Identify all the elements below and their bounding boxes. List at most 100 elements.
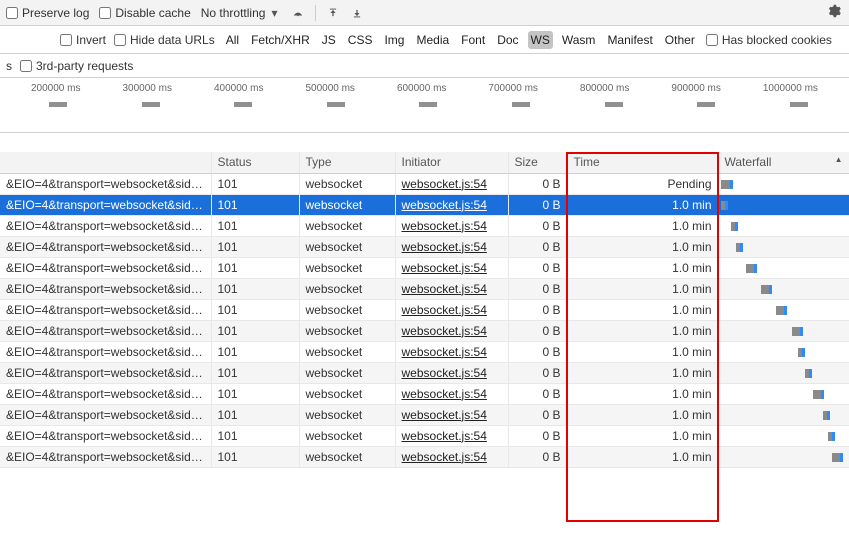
cell-name[interactable]: &EIO=4&transport=websocket&sid=... bbox=[0, 404, 211, 425]
cell-size: 0 B bbox=[508, 215, 567, 236]
initiator-link[interactable]: websocket.js:54 bbox=[402, 324, 487, 338]
table-row[interactable]: &EIO=4&transport=websocket&sid=...101web… bbox=[0, 446, 849, 467]
has-blocked-cookies-checkbox[interactable] bbox=[706, 34, 718, 46]
initiator-link[interactable]: websocket.js:54 bbox=[402, 198, 487, 212]
filter-tab-wasm[interactable]: Wasm bbox=[559, 31, 599, 49]
table-row[interactable]: &EIO=4&transport=websocket&sid=...101web… bbox=[0, 383, 849, 404]
filter-tab-img[interactable]: Img bbox=[381, 31, 407, 49]
hide-data-urls-checkbox[interactable] bbox=[114, 34, 126, 46]
timeline-overview[interactable]: 200000 ms300000 ms400000 ms500000 ms6000… bbox=[0, 78, 849, 133]
initiator-link[interactable]: websocket.js:54 bbox=[402, 177, 487, 191]
initiator-link[interactable]: websocket.js:54 bbox=[402, 219, 487, 233]
cell-name[interactable]: &EIO=4&transport=websocket&sid=... bbox=[0, 320, 211, 341]
invert-checkbox[interactable] bbox=[60, 34, 72, 46]
col-header-type[interactable]: Type bbox=[299, 152, 395, 173]
initiator-link[interactable]: websocket.js:54 bbox=[402, 303, 487, 317]
cell-type: websocket bbox=[299, 173, 395, 194]
initiator-link[interactable]: websocket.js:54 bbox=[402, 429, 487, 443]
timeline-bar bbox=[142, 102, 160, 107]
cell-status: 101 bbox=[211, 215, 299, 236]
gear-icon[interactable] bbox=[825, 2, 843, 23]
filter-tab-manifest[interactable]: Manifest bbox=[604, 31, 655, 49]
cell-name[interactable]: &EIO=4&transport=websocket&sid=... bbox=[0, 215, 211, 236]
filter-tab-media[interactable]: Media bbox=[413, 31, 452, 49]
filter-tab-doc[interactable]: Doc bbox=[494, 31, 521, 49]
table-row[interactable]: &EIO=4&transport=websocket&sid=...101web… bbox=[0, 278, 849, 299]
timeline-bar bbox=[49, 102, 67, 107]
cell-name[interactable]: &EIO=4&transport=websocket&sid=... bbox=[0, 446, 211, 467]
preserve-log-checkbox-wrap[interactable]: Preserve log bbox=[6, 6, 89, 20]
filter-tab-js[interactable]: JS bbox=[319, 31, 339, 49]
waterfall-download-bar bbox=[802, 348, 805, 357]
hide-data-urls-label: Hide data URLs bbox=[130, 33, 215, 47]
filter-tab-css[interactable]: CSS bbox=[345, 31, 376, 49]
cell-name[interactable]: &EIO=4&transport=websocket&sid=... bbox=[0, 173, 211, 194]
cell-initiator: websocket.js:54 bbox=[395, 320, 508, 341]
filter-tab-font[interactable]: Font bbox=[458, 31, 488, 49]
hide-data-urls-checkbox-wrap[interactable]: Hide data URLs bbox=[114, 33, 215, 47]
filter-tab-other[interactable]: Other bbox=[662, 31, 698, 49]
download-icon[interactable] bbox=[350, 6, 364, 20]
cell-time: 1.0 min bbox=[567, 257, 718, 278]
third-party-checkbox[interactable] bbox=[20, 60, 32, 72]
table-row[interactable]: &EIO=4&transport=websocket&sid=...101web… bbox=[0, 425, 849, 446]
col-header-name[interactable] bbox=[0, 152, 211, 173]
cell-waterfall bbox=[718, 341, 849, 362]
table-row[interactable]: &EIO=4&transport=websocket&sid=...101 web… bbox=[0, 236, 849, 257]
table-row[interactable]: &EIO=4&transport=websocket&sid=...101web… bbox=[0, 257, 849, 278]
initiator-link[interactable]: websocket.js:54 bbox=[402, 261, 487, 275]
table-row[interactable]: &EIO=4&transport=websocket&sid=...101web… bbox=[0, 194, 849, 215]
disable-cache-checkbox-wrap[interactable]: Disable cache bbox=[99, 6, 190, 20]
cell-initiator: websocket.js:54 bbox=[395, 173, 508, 194]
initiator-link[interactable]: websocket.js:54 bbox=[402, 345, 487, 359]
waterfall-wait-bar bbox=[721, 180, 730, 189]
has-blocked-cookies-checkbox-wrap[interactable]: Has blocked cookies bbox=[706, 33, 832, 47]
filter-tab-fetchxhr[interactable]: Fetch/XHR bbox=[248, 31, 313, 49]
cell-type: websocket bbox=[299, 215, 395, 236]
cell-size: 0 B bbox=[508, 194, 567, 215]
invert-checkbox-wrap[interactable]: Invert bbox=[60, 33, 106, 47]
initiator-link[interactable]: websocket.js:54 bbox=[402, 450, 487, 464]
table-row[interactable]: &EIO=4&transport=websocket&sid=...101web… bbox=[0, 215, 849, 236]
cell-name[interactable]: &EIO=4&transport=websocket&sid=... bbox=[0, 425, 211, 446]
table-row[interactable]: &EIO=4&transport=websocket&sid=...101web… bbox=[0, 173, 849, 194]
col-header-status[interactable]: Status bbox=[211, 152, 299, 173]
filter-tab-all[interactable]: All bbox=[223, 31, 242, 49]
cell-name[interactable]: &EIO=4&transport=websocket&sid=... bbox=[0, 383, 211, 404]
throttling-dropdown[interactable]: No throttling ▾ bbox=[201, 6, 282, 20]
initiator-link[interactable]: websocket.js:54 bbox=[402, 387, 487, 401]
col-header-size[interactable]: Size bbox=[508, 152, 567, 173]
col-header-waterfall[interactable]: Waterfall bbox=[718, 152, 849, 173]
cell-size: 0 B bbox=[508, 446, 567, 467]
timeline-bar bbox=[234, 102, 252, 107]
initiator-link[interactable]: websocket.js:54 bbox=[402, 366, 487, 380]
initiator-link[interactable]: websocket.js:54 bbox=[402, 240, 487, 254]
third-party-checkbox-wrap[interactable]: 3rd-party requests bbox=[20, 59, 133, 73]
initiator-link[interactable]: websocket.js:54 bbox=[402, 282, 487, 296]
cell-name[interactable]: &EIO=4&transport=websocket&sid=... bbox=[0, 236, 211, 257]
cell-status: 101 bbox=[211, 236, 299, 257]
upload-icon[interactable] bbox=[326, 6, 340, 20]
table-row[interactable]: &EIO=4&transport=websocket&sid=...101web… bbox=[0, 341, 849, 362]
cell-name[interactable]: &EIO=4&transport=websocket&sid=... bbox=[0, 278, 211, 299]
table-row[interactable]: &EIO=4&transport=websocket&sid=...101web… bbox=[0, 404, 849, 425]
filter-tab-ws[interactable]: WS bbox=[528, 31, 553, 49]
cell-size: 0 B bbox=[508, 299, 567, 320]
initiator-link[interactable]: websocket.js:54 bbox=[402, 408, 487, 422]
cell-name[interactable]: &EIO=4&transport=websocket&sid=... bbox=[0, 194, 211, 215]
cell-waterfall bbox=[718, 215, 849, 236]
cell-name[interactable]: &EIO=4&transport=websocket&sid=... bbox=[0, 362, 211, 383]
cell-name[interactable]: &EIO=4&transport=websocket&sid=... bbox=[0, 341, 211, 362]
network-conditions-icon[interactable] bbox=[291, 6, 305, 20]
disable-cache-checkbox[interactable] bbox=[99, 7, 111, 19]
cell-name[interactable]: &EIO=4&transport=websocket&sid=... bbox=[0, 257, 211, 278]
table-row[interactable]: &EIO=4&transport=websocket&sid=...101web… bbox=[0, 362, 849, 383]
cell-type: websocket bbox=[299, 425, 395, 446]
table-row[interactable]: &EIO=4&transport=websocket&sid=...101web… bbox=[0, 320, 849, 341]
cell-name[interactable]: &EIO=4&transport=websocket&sid=... bbox=[0, 299, 211, 320]
col-header-initiator[interactable]: Initiator bbox=[395, 152, 508, 173]
third-party-label: 3rd-party requests bbox=[36, 59, 133, 73]
table-row[interactable]: &EIO=4&transport=websocket&sid=...101web… bbox=[0, 299, 849, 320]
preserve-log-checkbox[interactable] bbox=[6, 7, 18, 19]
col-header-time[interactable]: Time bbox=[567, 152, 718, 173]
